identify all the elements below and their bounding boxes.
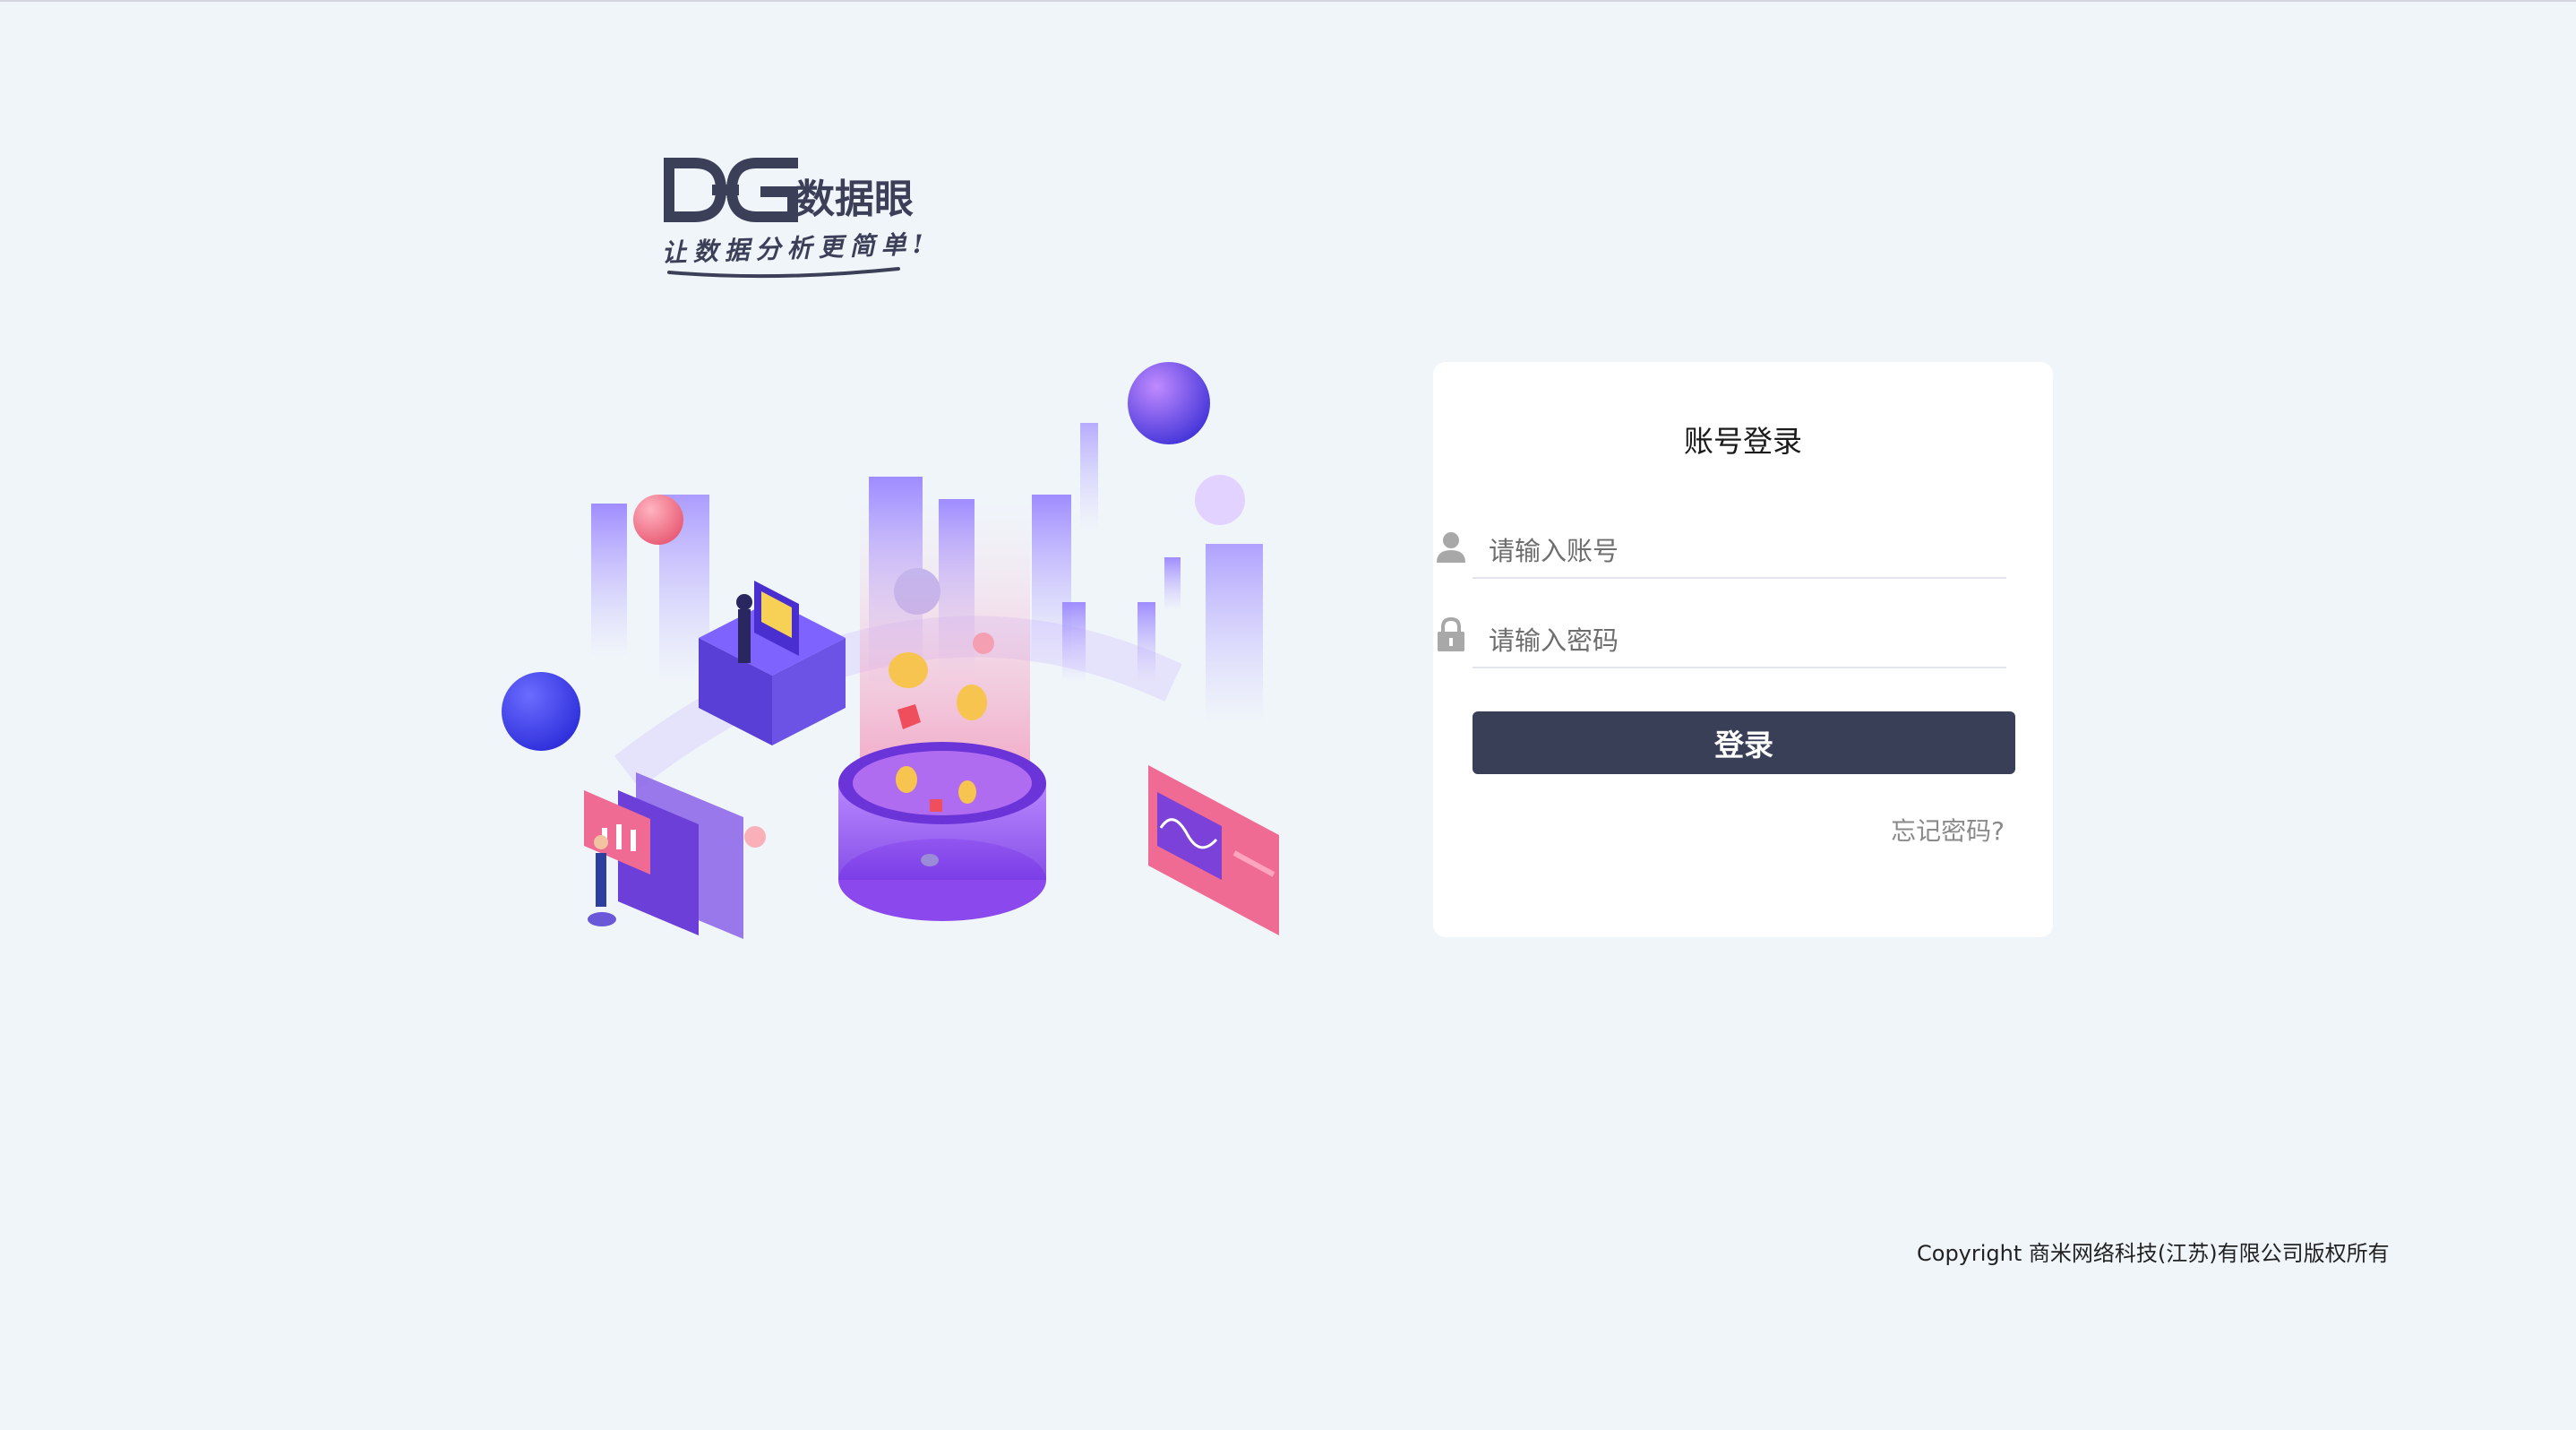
forgot-password-link[interactable]: 忘记密码? <box>1891 812 2005 848</box>
brand-name: 数据眼 <box>795 177 914 222</box>
hero-illustration <box>484 351 1290 961</box>
login-title: 账号登录 <box>1684 424 1802 459</box>
password-input[interactable] <box>1473 615 2006 668</box>
brand-slogan: 让数据分析更简单! <box>661 229 930 268</box>
login-button[interactable]: 登录 <box>1473 711 2015 774</box>
copyright-text: Copyright 商米网络科技(江苏)有限公司版权所有 <box>1917 1241 2390 1266</box>
brand-logo: 数据眼 让数据分析更简单! <box>658 145 945 289</box>
lock-icon <box>1435 616 1467 652</box>
login-card: 账号登录 登录 忘记密码? <box>1433 362 2053 937</box>
user-icon <box>1435 529 1467 564</box>
account-input[interactable] <box>1473 525 2006 579</box>
